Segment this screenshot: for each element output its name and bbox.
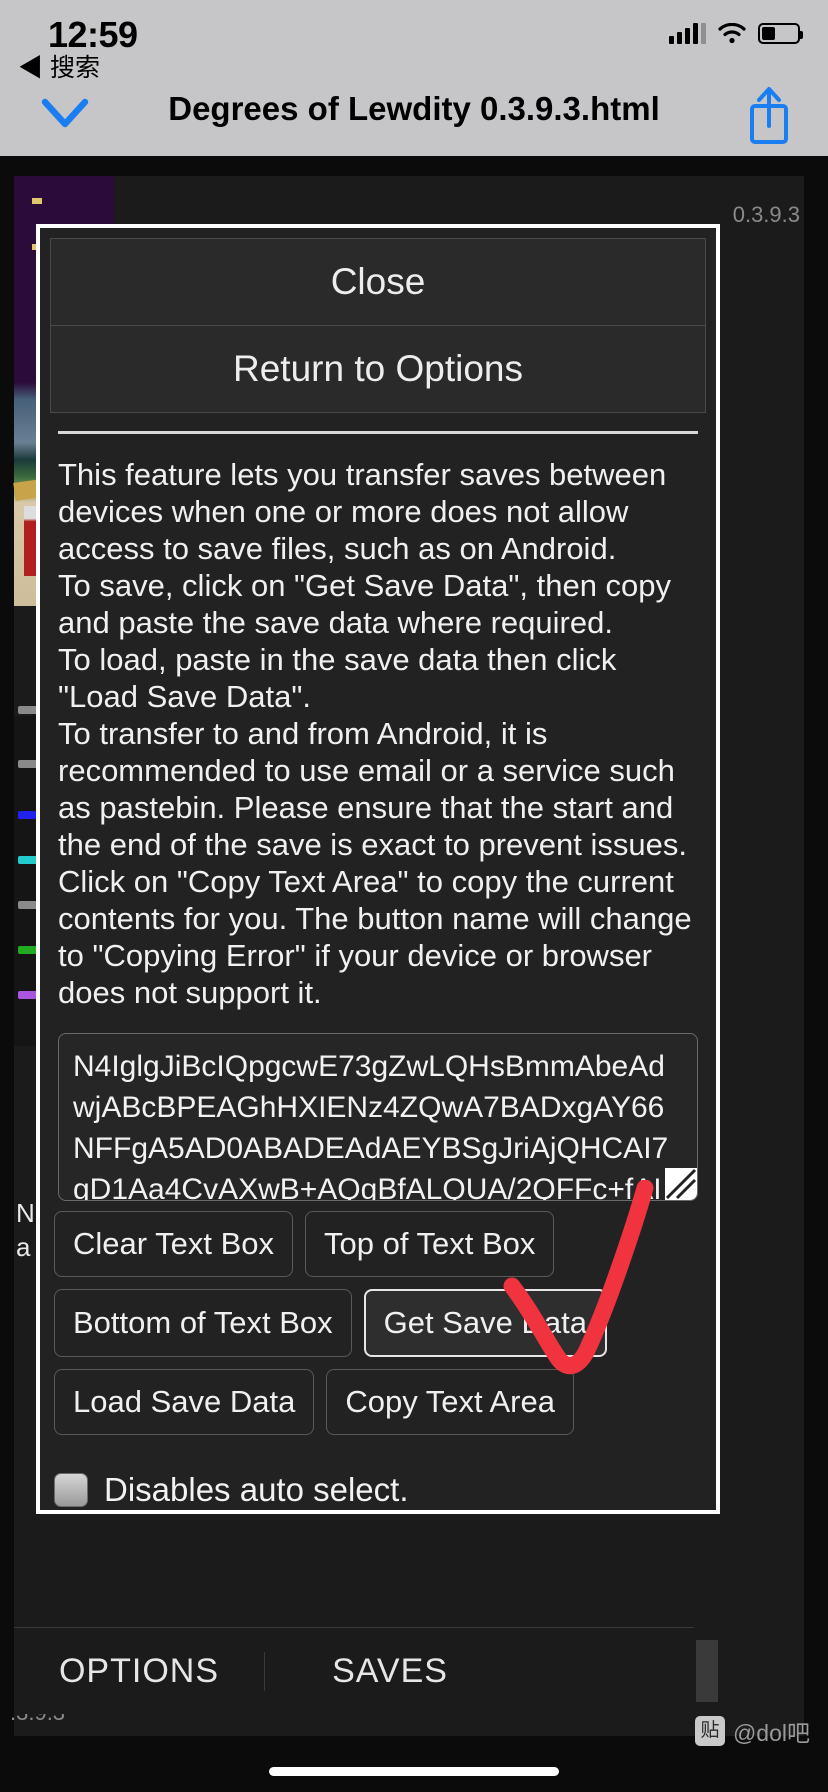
sidebar-letters: Na [16, 1198, 35, 1262]
save-data-text: N4IglgJiBcIQpgcwE73gZwLQHsBmmAbeAdwjABcB… [73, 1050, 669, 1201]
get-save-data-button[interactable]: Get Save Data [363, 1289, 607, 1357]
description-text: This feature lets you transfer saves bet… [58, 456, 698, 1011]
button-row: Load Save Data Copy Text Area [54, 1369, 702, 1435]
button-row: Clear Text Box Top of Text Box [54, 1211, 702, 1277]
button-row: Bottom of Text Box Get Save Data [54, 1289, 702, 1357]
scrollbar-thumb[interactable] [696, 1640, 718, 1702]
document-title: Degrees of Lewdity 0.3.9.3.html [168, 90, 660, 127]
description-line: Click on "Copy Text Area" to copy the cu… [58, 864, 692, 1010]
disables-auto-select-row[interactable]: Disables auto select. [54, 1471, 716, 1509]
watermark: 贴 @dol吧 [694, 1714, 810, 1748]
home-indicator[interactable] [269, 1767, 559, 1776]
tab-saves[interactable]: SAVES [264, 1651, 515, 1691]
description-line: To transfer to and from Android, it is r… [58, 716, 687, 862]
tab-options[interactable]: OPTIONS [14, 1652, 264, 1691]
save-transfer-dialog: Close Return to Options This feature let… [36, 224, 720, 1514]
close-button[interactable]: Close [51, 239, 705, 326]
bottom-of-text-box-button[interactable]: Bottom of Text Box [54, 1289, 352, 1357]
copy-text-area-button[interactable]: Copy Text Area [326, 1369, 574, 1435]
return-to-options-button[interactable]: Return to Options [51, 326, 705, 412]
wifi-icon [718, 22, 746, 44]
status-bar-indicators [669, 22, 803, 44]
cellular-signal-icon [669, 22, 706, 44]
star-icon [32, 198, 42, 204]
resize-handle-icon[interactable] [665, 1168, 697, 1200]
description-line: To save, click on "Get Save Data", then … [58, 568, 672, 640]
share-icon[interactable] [746, 84, 792, 146]
top-of-text-box-button[interactable]: Top of Text Box [305, 1211, 555, 1277]
document-bar: Degrees of Lewdity 0.3.9.3.html [0, 78, 828, 156]
clear-text-box-button[interactable]: Clear Text Box [54, 1211, 294, 1277]
battery-icon [758, 22, 803, 44]
description-line: This feature lets you transfer saves bet… [58, 457, 667, 566]
watermark-text: @dol吧 [732, 1720, 810, 1746]
dialog-header-buttons: Close Return to Options [50, 238, 706, 413]
action-buttons: Clear Text Box Top of Text Box Bottom of… [54, 1211, 702, 1435]
disables-auto-select-checkbox[interactable] [54, 1473, 88, 1507]
divider [58, 431, 698, 434]
save-data-textarea[interactable]: N4IglgJiBcIQpgcwE73gZwLQHsBmmAbeAdwjABcB… [58, 1033, 698, 1201]
watermark-badge: 贴 [694, 1716, 725, 1746]
bottom-nav: OPTIONS SAVES [14, 1627, 694, 1714]
version-label-top: 0.3.9.3 [732, 202, 800, 227]
ios-header: 12:59 ◀ 搜索 Degrees of Lewdity 0.3.9.3.ht… [0, 0, 828, 156]
disables-auto-select-label: Disables auto select. [104, 1471, 409, 1508]
load-save-data-button[interactable]: Load Save Data [54, 1369, 315, 1435]
description-line: To load, paste in the save data then cli… [58, 642, 617, 714]
